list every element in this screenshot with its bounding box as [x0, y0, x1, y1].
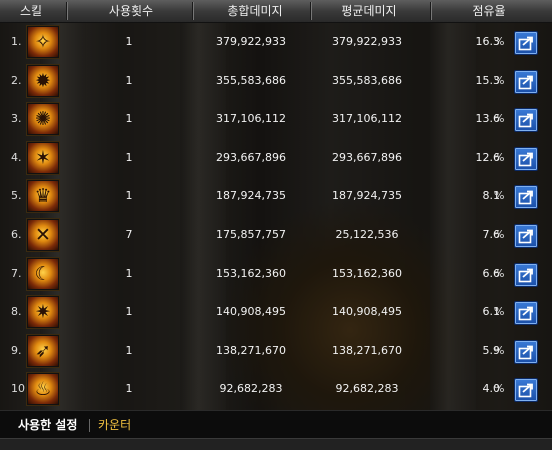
tab-used-settings[interactable]: 사용한 설정 — [18, 411, 77, 439]
skill-icon-10: ♨ — [27, 373, 59, 406]
share-icon — [518, 306, 533, 321]
percent-sign: % — [494, 382, 505, 396]
table-row: 7. ☾ 1 153,162,360 153,162,360 6.6 % — [0, 255, 552, 293]
use-count: 7 — [125, 228, 133, 241]
percent-sign: % — [494, 112, 505, 126]
tab-counter[interactable]: 카운터 — [98, 411, 131, 439]
use-count: 1 — [125, 382, 133, 396]
percent-sign: % — [494, 228, 505, 241]
skill-icon-6: ✕ — [27, 219, 59, 251]
total-damage: 187,924,735 — [216, 189, 286, 203]
use-count: 1 — [125, 343, 133, 357]
total-damage: 355,583,686 — [216, 73, 286, 87]
table-row: 4. ✶ 1 293,667,896 293,667,896 12.6 % — [0, 139, 552, 177]
footer-tabs: 사용한 설정 카운터 — [0, 410, 552, 439]
table-row: 6. ✕ 7 175,857,757 25,122,536 7.6 % — [0, 216, 552, 254]
average-damage: 25,122,536 — [335, 228, 399, 241]
skill-icon-9: ➶ — [27, 334, 59, 367]
header-divider — [310, 2, 311, 20]
skill-icon-7: ☾ — [27, 257, 59, 290]
use-count: 1 — [125, 112, 133, 126]
skill-icon-5: ♛ — [27, 180, 59, 213]
skill-icon-1: ✧ — [27, 26, 59, 58]
average-damage: 379,922,933 — [332, 35, 402, 48]
skill-icon-4: ✶ — [27, 141, 59, 174]
header-total: 총합데미지 — [227, 4, 283, 18]
share-export-button[interactable] — [514, 31, 538, 55]
average-damage: 355,583,686 — [332, 73, 402, 87]
header-skill: 스킬 — [19, 4, 43, 18]
share-export-button[interactable] — [514, 339, 538, 364]
average-damage: 140,908,495 — [332, 305, 402, 319]
total-damage: 92,682,283 — [219, 382, 283, 396]
header-average: 평균데미지 — [341, 4, 397, 18]
damage-stats-panel: 스킬 사용횟수 총합데미지 평균데미지 점유율 1. ✧ 1 379,922,9… — [0, 0, 552, 450]
use-count: 1 — [125, 73, 133, 87]
average-damage: 187,924,735 — [332, 189, 402, 203]
percent-sign: % — [494, 343, 505, 357]
share-export-button[interactable] — [514, 69, 538, 94]
skill-icon-3: ✺ — [27, 103, 59, 136]
header-divider — [192, 2, 193, 20]
header-divider — [430, 2, 431, 20]
tab-divider — [89, 419, 90, 432]
average-damage: 153,162,360 — [332, 266, 402, 280]
share-export-button[interactable] — [514, 301, 538, 326]
share-export-button[interactable] — [514, 262, 538, 287]
share-icon — [518, 383, 533, 398]
total-damage: 153,162,360 — [216, 266, 286, 280]
average-damage: 293,667,896 — [332, 150, 402, 164]
total-damage: 293,667,896 — [216, 150, 286, 164]
percent-sign: % — [494, 35, 505, 48]
table-header: 스킬 사용횟수 총합데미지 평균데미지 점유율 — [0, 0, 552, 23]
percent-sign: % — [494, 73, 505, 87]
table-row: 2. ✹ 1 355,583,686 355,583,686 15.3 % — [0, 62, 552, 100]
total-damage: 138,271,670 — [216, 343, 286, 357]
table-row: 9. ➶ 1 138,271,670 138,271,670 5.9 % — [0, 332, 552, 370]
share-icon — [518, 345, 533, 360]
percent-sign: % — [494, 266, 505, 280]
total-damage: 379,922,933 — [216, 35, 286, 48]
bottom-strip — [0, 438, 552, 450]
share-export-button[interactable] — [514, 108, 538, 133]
share-export-button[interactable] — [514, 378, 538, 403]
skill-icon-8: ✷ — [27, 296, 59, 329]
skill-icon-2: ✹ — [27, 64, 59, 97]
use-count: 1 — [125, 266, 133, 280]
share-export-button[interactable] — [514, 146, 538, 171]
table-row: 10. ♨ 1 92,682,283 92,682,283 4.0 % — [0, 370, 552, 408]
share-export-button[interactable] — [514, 185, 538, 210]
share-icon — [518, 229, 533, 244]
share-icon — [518, 113, 533, 128]
header-share: 점유율 — [472, 4, 506, 18]
total-damage: 175,857,757 — [216, 228, 286, 241]
table-row: 8. ✷ 1 140,908,495 140,908,495 6.1 % — [0, 293, 552, 331]
total-damage: 140,908,495 — [216, 305, 286, 319]
average-damage: 92,682,283 — [335, 382, 399, 396]
share-icon — [518, 75, 533, 89]
header-divider — [66, 2, 67, 20]
share-icon — [518, 268, 533, 282]
table-row: 3. ✺ 1 317,106,112 317,106,112 13.6 % — [0, 100, 552, 138]
use-count: 1 — [125, 305, 133, 319]
header-uses: 사용횟수 — [108, 4, 154, 18]
average-damage: 138,271,670 — [332, 343, 402, 357]
use-count: 1 — [125, 189, 133, 203]
percent-sign: % — [494, 305, 505, 319]
table-row: 5. ♛ 1 187,924,735 187,924,735 8.1 % — [0, 177, 552, 215]
use-count: 1 — [125, 35, 133, 48]
share-export-button[interactable] — [514, 224, 538, 248]
percent-sign: % — [494, 189, 505, 203]
average-damage: 317,106,112 — [332, 112, 402, 126]
table-row: 1. ✧ 1 379,922,933 379,922,933 16.3 % — [0, 23, 552, 61]
percent-sign: % — [494, 150, 505, 164]
share-icon — [518, 36, 533, 51]
share-icon — [518, 152, 533, 167]
share-icon — [518, 190, 533, 205]
use-count: 1 — [125, 150, 133, 164]
total-damage: 317,106,112 — [216, 112, 286, 126]
